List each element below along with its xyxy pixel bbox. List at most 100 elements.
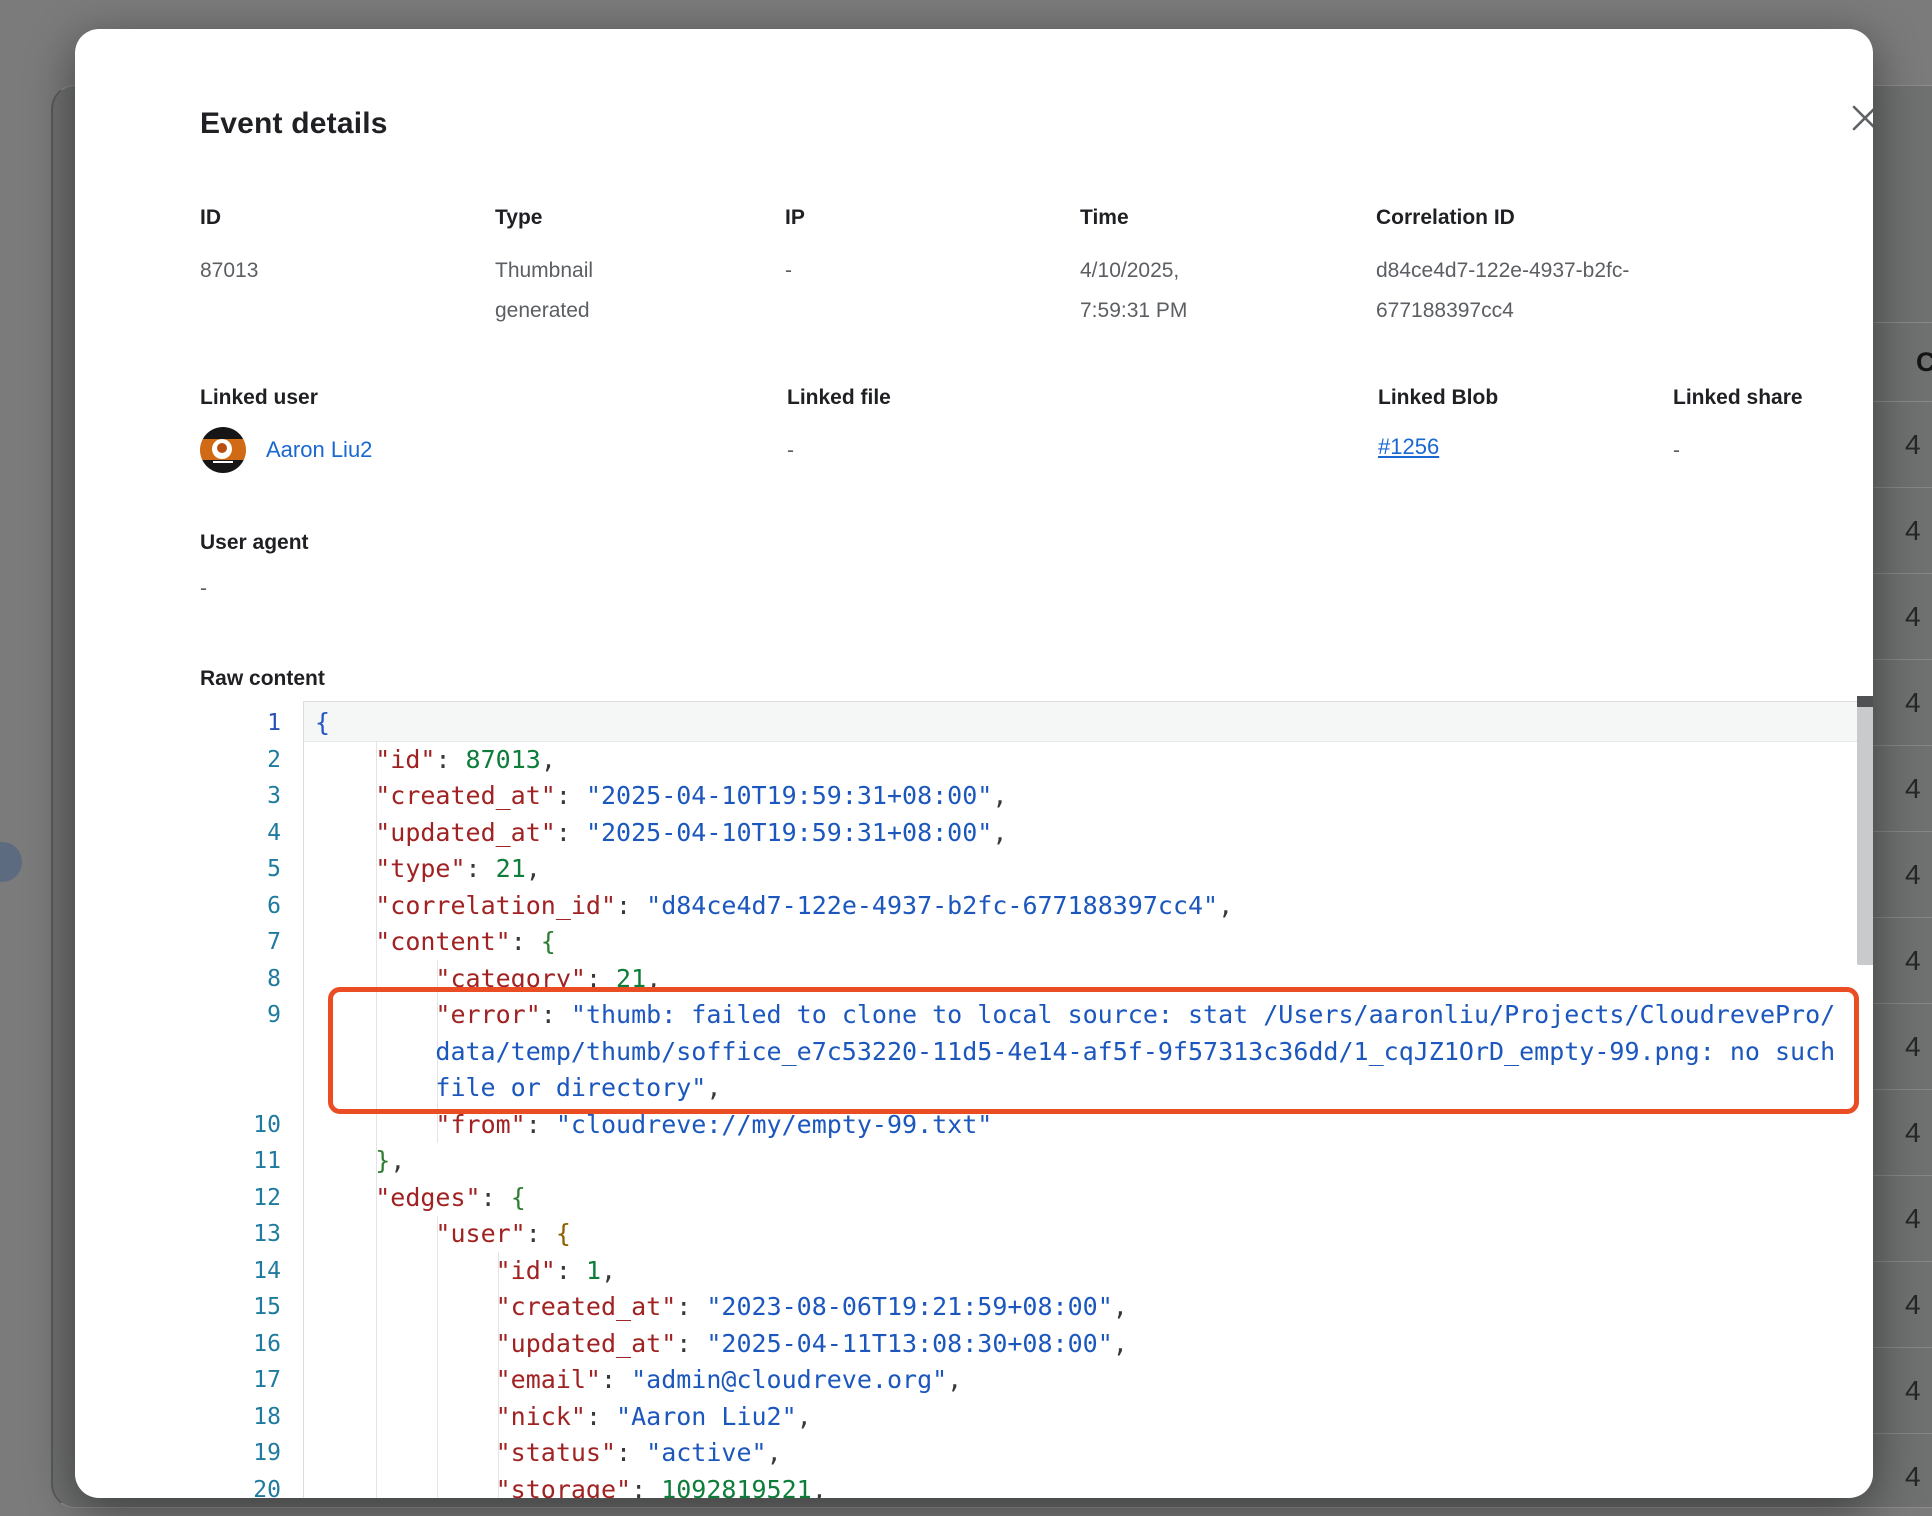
field-label: IP [785,205,1080,231]
background-table-row: 4 [1873,1348,1932,1434]
code-line-12: 12 "edges": { [200,1180,1845,1217]
event-details-dialog: Event details ID 87013 Type Thumbnail ge… [75,29,1873,1498]
background-table-rows: 4444444444444 [1873,402,1932,1516]
background-table-row: 4 [1873,832,1932,918]
dialog-title: Event details [200,107,388,141]
line-number: 3 [200,778,303,815]
editor-scrollbar-thumb[interactable] [1857,707,1873,965]
field-label: ID [200,205,495,231]
fields-row-2: Linked user Aaron Liu2 Linked file - Lin… [200,385,1813,473]
field-label: Linked file [787,385,1378,411]
field-value: d84ce4d7-122e-4937-b2fc- 677188397cc4 [1376,251,1813,331]
code-line-5: 5 "type": 21, [200,851,1845,888]
line-number: 14 [200,1253,303,1290]
code-content: "correlation_id": "d84ce4d7-122e-4937-b2… [303,888,1845,925]
background-table-row: 4 [1873,1176,1932,1262]
field-label: Correlation ID [1376,205,1813,231]
field-correlation-id: Correlation ID d84ce4d7-122e-4937-b2fc- … [1376,205,1813,331]
field-linked-share: Linked share - [1673,385,1813,473]
field-id: ID 87013 [200,205,495,331]
avatar-emblem [212,439,232,459]
background-table-column-header: C [1873,322,1932,402]
field-linked-blob: Linked Blob #1256 [1378,385,1673,473]
line-number: 7 [200,924,303,961]
line-number: 17 [200,1362,303,1399]
line-number: 6 [200,888,303,925]
code-line-13: 13 "user": { [200,1216,1845,1253]
code-content: "edges": { [303,1180,1845,1217]
line-number: 5 [200,851,303,888]
background-table-row: 4 [1873,1262,1932,1348]
code-line-19: 19 "status": "active", [200,1435,1845,1472]
raw-content-label: Raw content [200,667,325,691]
code-content: "updated_at": "2025-04-11T13:08:30+08:00… [303,1326,1845,1363]
background-toolbar-area [1873,85,1932,322]
raw-content-editor[interactable]: 1{2 "id": 87013,3 "created_at": "2025-04… [200,705,1845,1498]
user-agent-value: - [200,577,207,601]
line-number: 4 [200,815,303,852]
line-number: 1 [200,705,303,742]
code-line-17: 17 "email": "admin@cloudreve.org", [200,1362,1845,1399]
background-table-row: 4 [1873,488,1932,574]
avatar [200,427,246,473]
editor-scrollbar-cap [1857,696,1873,707]
field-value: Thumbnail generated [495,251,785,331]
background-table-row: 4 [1873,402,1932,488]
close-icon [1850,103,1873,133]
code-line-2: 2 "id": 87013, [200,742,1845,779]
line-number: 8 [200,961,303,998]
background-table-row: 4 [1873,746,1932,832]
code-content: "email": "admin@cloudreve.org", [303,1362,1845,1399]
field-linked-file: Linked file - [787,385,1378,473]
close-button[interactable] [1843,96,1873,140]
field-label: Time [1080,205,1376,231]
field-label: Linked share [1673,385,1813,411]
code-content: "status": "active", [303,1435,1845,1472]
code-content: }, [303,1143,1845,1180]
linked-user-link[interactable]: Aaron Liu2 [266,430,372,470]
code-line-3: 3 "created_at": "2025-04-10T19:59:31+08:… [200,778,1845,815]
field-value: 4/10/2025, 7:59:31 PM [1080,251,1376,331]
code-line-14: 14 "id": 1, [200,1253,1845,1290]
line-number: 2 [200,742,303,779]
line-number: 15 [200,1289,303,1326]
field-time: Time 4/10/2025, 7:59:31 PM [1080,205,1376,331]
code-line-10: 10 "from": "cloudreve://my/empty-99.txt" [200,1107,1845,1144]
field-type: Type Thumbnail generated [495,205,785,331]
screen: C 4444444444444 Event details ID 87013 T… [0,0,1932,1516]
line-number: 18 [200,1399,303,1436]
code-content: "updated_at": "2025-04-10T19:59:31+08:00… [303,815,1845,852]
line-number: 12 [200,1180,303,1217]
line-number: 11 [200,1143,303,1180]
code-line-11: 11 }, [200,1143,1845,1180]
background-floating-button [0,842,22,882]
code-content: "storage": 1092819521, [303,1472,1845,1499]
background-table-row: 4 [1873,918,1932,1004]
fields-row-1: ID 87013 Type Thumbnail generated IP - T… [200,205,1813,331]
code-line-18: 18 "nick": "Aaron Liu2", [200,1399,1845,1436]
code-content: "created_at": "2025-04-10T19:59:31+08:00… [303,778,1845,815]
code-content: "id": 87013, [303,742,1845,779]
code-line-9: 9 "error": "thumb: failed to clone to lo… [200,997,1845,1107]
code-content: "user": { [303,1216,1845,1253]
code-content: "created_at": "2023-08-06T19:21:59+08:00… [303,1289,1845,1326]
field-value: - [785,251,1080,291]
line-number: 20 [200,1472,303,1499]
field-ip: IP - [785,205,1080,331]
background-table-row: 4 [1873,1090,1932,1176]
code-line-15: 15 "created_at": "2023-08-06T19:21:59+08… [200,1289,1845,1326]
code-line-20: 20 "storage": 1092819521, [200,1472,1845,1499]
background-table-row: 4 [1873,660,1932,746]
line-number: 13 [200,1216,303,1253]
code-content: { [303,705,1845,742]
line-number: 16 [200,1326,303,1363]
editor-top-border [303,701,1873,702]
code-line-4: 4 "updated_at": "2025-04-10T19:59:31+08:… [200,815,1845,852]
background-table-row: 4 [1873,574,1932,660]
code-content: "type": 21, [303,851,1845,888]
line-number: 10 [200,1107,303,1144]
linked-blob-link[interactable]: #1256 [1378,427,1439,467]
field-label: Type [495,205,785,231]
code-content: "content": { [303,924,1845,961]
line-number: 19 [200,1435,303,1472]
